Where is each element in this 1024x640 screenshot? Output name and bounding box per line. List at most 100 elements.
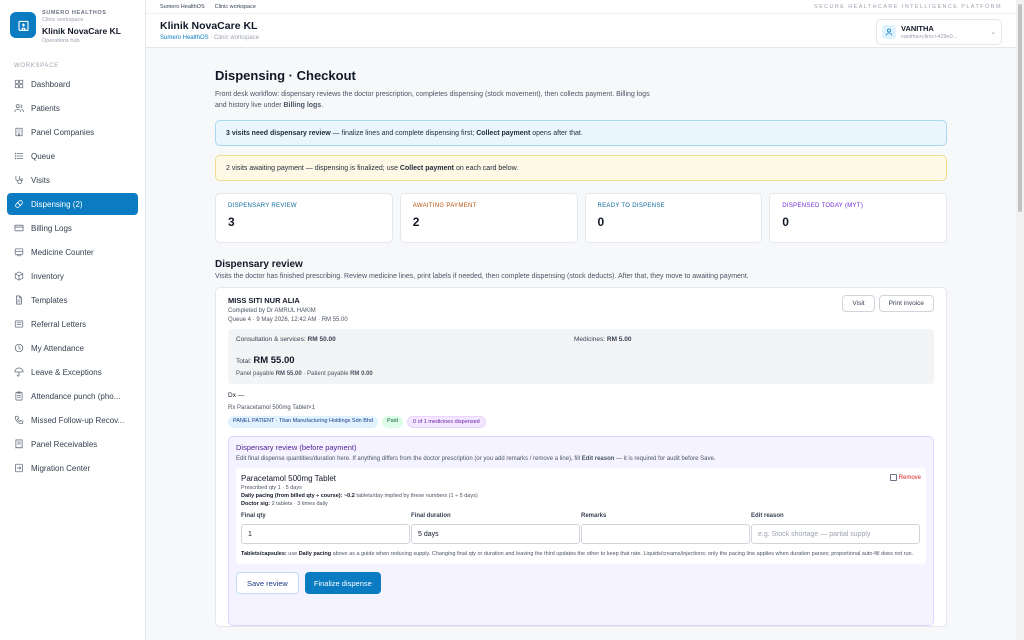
stat-label: AWAITING PAYMENT (412, 203, 477, 209)
letter-icon (14, 320, 24, 328)
stat-value: 3 (228, 215, 235, 229)
user-name: VANITHA (901, 24, 934, 33)
sidebar-item-my-attendance[interactable]: My Attendance (7, 337, 138, 359)
sidebar-item-templates[interactable]: Templates (7, 289, 138, 311)
sidebar-item-leave-exceptions[interactable]: Leave & Exceptions (7, 361, 138, 383)
daily-pacing: Daily pacing (from billed qty ÷ course):… (241, 493, 921, 499)
user-email: vanitha+clinic+429e0... (901, 34, 958, 40)
brand: SUMERO HEALTHOS Clinic workspace Klinik … (0, 0, 145, 54)
patient-payable-label: · Patient payable (301, 371, 351, 377)
chevron-down-icon: ⌄ (990, 29, 996, 36)
medicine-name: Paracetamol 500mg Tablet (241, 474, 337, 483)
review-title: Dispensary review (before payment) (236, 443, 357, 452)
sidebar-item-migration-center[interactable]: Migration Center (7, 457, 138, 479)
stat-label: DISPENSED TODAY (MYT) (782, 203, 864, 209)
sidebar-item-label: Panel Companies (31, 127, 95, 137)
users-icon (14, 104, 24, 113)
section-title: Dispensary review (215, 259, 303, 270)
sidebar-item-label: Inventory (31, 271, 64, 281)
building-icon (15, 127, 23, 137)
doctor-sig-value: 2 tablets · 3 times daily (271, 501, 328, 507)
save-review-button[interactable]: Save review (236, 572, 299, 594)
pacing-label: Daily pacing (from billed qty ÷ course): (241, 493, 344, 499)
pacing-value: ~0.2 (343, 493, 355, 499)
consult-line: Consultation & services: RM 50.00 (236, 336, 336, 343)
checkbox-box[interactable] (889, 474, 897, 481)
pacing-hint: Tablets/capsules: use Daily pacing above… (241, 550, 921, 558)
sidebar-item-missed-follow-up-recov[interactable]: Missed Follow-up Recov... (7, 409, 138, 431)
edit-reason-input[interactable]: e.g. Stock shortage — partial supply (751, 524, 920, 544)
stat-card: DISPENSARY REVIEW 3 (215, 193, 393, 243)
sidebar-item-label: Dashboard (31, 79, 71, 89)
remove-label: Remove (898, 474, 921, 481)
dispensary-review-panel: Dispensary review (before payment) Edit … (228, 436, 934, 626)
brand-hub: Operations hub (42, 38, 80, 44)
sidebar-item-inventory[interactable]: Inventory (7, 265, 138, 287)
sidebar-item-queue[interactable]: Queue (7, 145, 138, 167)
grid-icon (14, 79, 24, 89)
sidebar-item-dispensing-2[interactable]: Dispensing (2) (7, 193, 138, 215)
section-description: Visits the doctor has finished prescribi… (215, 273, 749, 280)
sidebar-item-label: Attendance punch (pho... (31, 391, 121, 401)
top-strip: Sumero HealthOS Clinic workspace SECURE … (146, 0, 1016, 14)
sidebar-item-label: Dispensing (2) (31, 199, 83, 209)
page-scrollbar[interactable] (1016, 0, 1024, 640)
hint-bold-1: Tablets/capsules: (241, 551, 287, 557)
stat-value: 0 (597, 215, 605, 229)
sidebar-item-label: Queue (31, 151, 56, 161)
payment-banner-bold: Collect payment (399, 164, 454, 172)
topstrip-crumb-workspace[interactable]: Clinic workspace (215, 4, 256, 10)
user-menu[interactable]: VANITHA vanitha+clinic+429e0... ⌄ (876, 19, 1002, 45)
sidebar-item-panel-receivables[interactable]: Panel Receivables (7, 433, 138, 455)
sidebar-item-label: Panel Receivables (31, 439, 98, 449)
doctor-sig: Doctor sig: 2 tablets · 3 times daily (241, 501, 921, 507)
diagnosis: Dx — (228, 392, 245, 399)
sidebar-item-panel-companies[interactable]: Panel Companies (7, 121, 138, 143)
sidebar-item-label: Leave & Exceptions (31, 367, 102, 377)
topstrip-crumb-healthos[interactable]: Sumero HealthOS (160, 4, 205, 10)
sidebar-item-label: Billing Logs (31, 223, 72, 233)
visit-badge: 0 of 1 medicines dispensed (407, 416, 486, 428)
brand-sub: Clinic workspace (42, 17, 84, 23)
remarks-input[interactable] (581, 524, 750, 544)
stat-value: 0 (782, 215, 789, 229)
review-desc-post: — it is required for audit before Save. (614, 456, 716, 462)
pacing-rest: tablets/day implied by these numbers (1 … (354, 493, 478, 499)
stat-label: DISPENSARY REVIEW (228, 203, 297, 209)
stat-label: READY TO DISPENSE (597, 203, 665, 209)
print-invoice-button[interactable]: Print invoice (878, 295, 934, 312)
sidebar-item-billing-logs[interactable]: Billing Logs (7, 217, 138, 239)
banner-bold-1: dispensary review (269, 129, 331, 137)
final-qty-label: Final qty (241, 513, 266, 519)
sidebar-item-referral-letters[interactable]: Referral Letters (7, 313, 138, 335)
sidebar-item-dashboard[interactable]: Dashboard (7, 73, 138, 95)
remove-checkbox[interactable]: Remove (889, 474, 921, 481)
total-line: Total: RM 55.00 (236, 355, 926, 366)
breadcrumb-link[interactable]: Sumero HealthOS (160, 35, 209, 41)
card-icon (14, 224, 24, 232)
sidebar-item-medicine-counter[interactable]: Medicine Counter (7, 241, 138, 263)
file-icon (16, 295, 22, 305)
prescription: Rx Paracetamol 500mg Tablet×1 (228, 405, 316, 411)
counter-icon (14, 248, 24, 257)
billing-logs-link[interactable]: Billing logs (283, 102, 321, 109)
receipt-icon (15, 439, 23, 449)
review-desc-bold: Edit reason (581, 456, 615, 462)
sidebar: SUMERO HEALTHOS Clinic workspace Klinik … (0, 0, 146, 640)
final-duration-input[interactable]: 5 days (411, 524, 580, 544)
sidebar-item-label: Missed Follow-up Recov... (31, 415, 125, 425)
card-actions: Visit Print invoice (842, 295, 934, 312)
sidebar-item-patients[interactable]: Patients (7, 97, 138, 119)
brand-org: SUMERO HEALTHOS (42, 10, 107, 16)
page-desc-text: Front desk workflow: dispensary reviews … (215, 91, 650, 109)
medicines-value: RM 5.00 (606, 336, 632, 343)
sidebar-item-attendance-punch-pho[interactable]: Attendance punch (pho... (7, 385, 138, 407)
sidebar-item-label: Visits (31, 175, 50, 185)
finalize-dispense-button[interactable]: Finalize dispense (304, 572, 381, 594)
final-qty-input[interactable]: 1 (241, 524, 410, 544)
visit-button[interactable]: Visit (842, 295, 875, 312)
review-description: Edit final dispense quantities/duration … (236, 456, 926, 462)
scrollbar-thumb[interactable] (1018, 4, 1022, 212)
banner-end: opens after that. (530, 129, 583, 137)
sidebar-item-visits[interactable]: Visits (7, 169, 138, 191)
